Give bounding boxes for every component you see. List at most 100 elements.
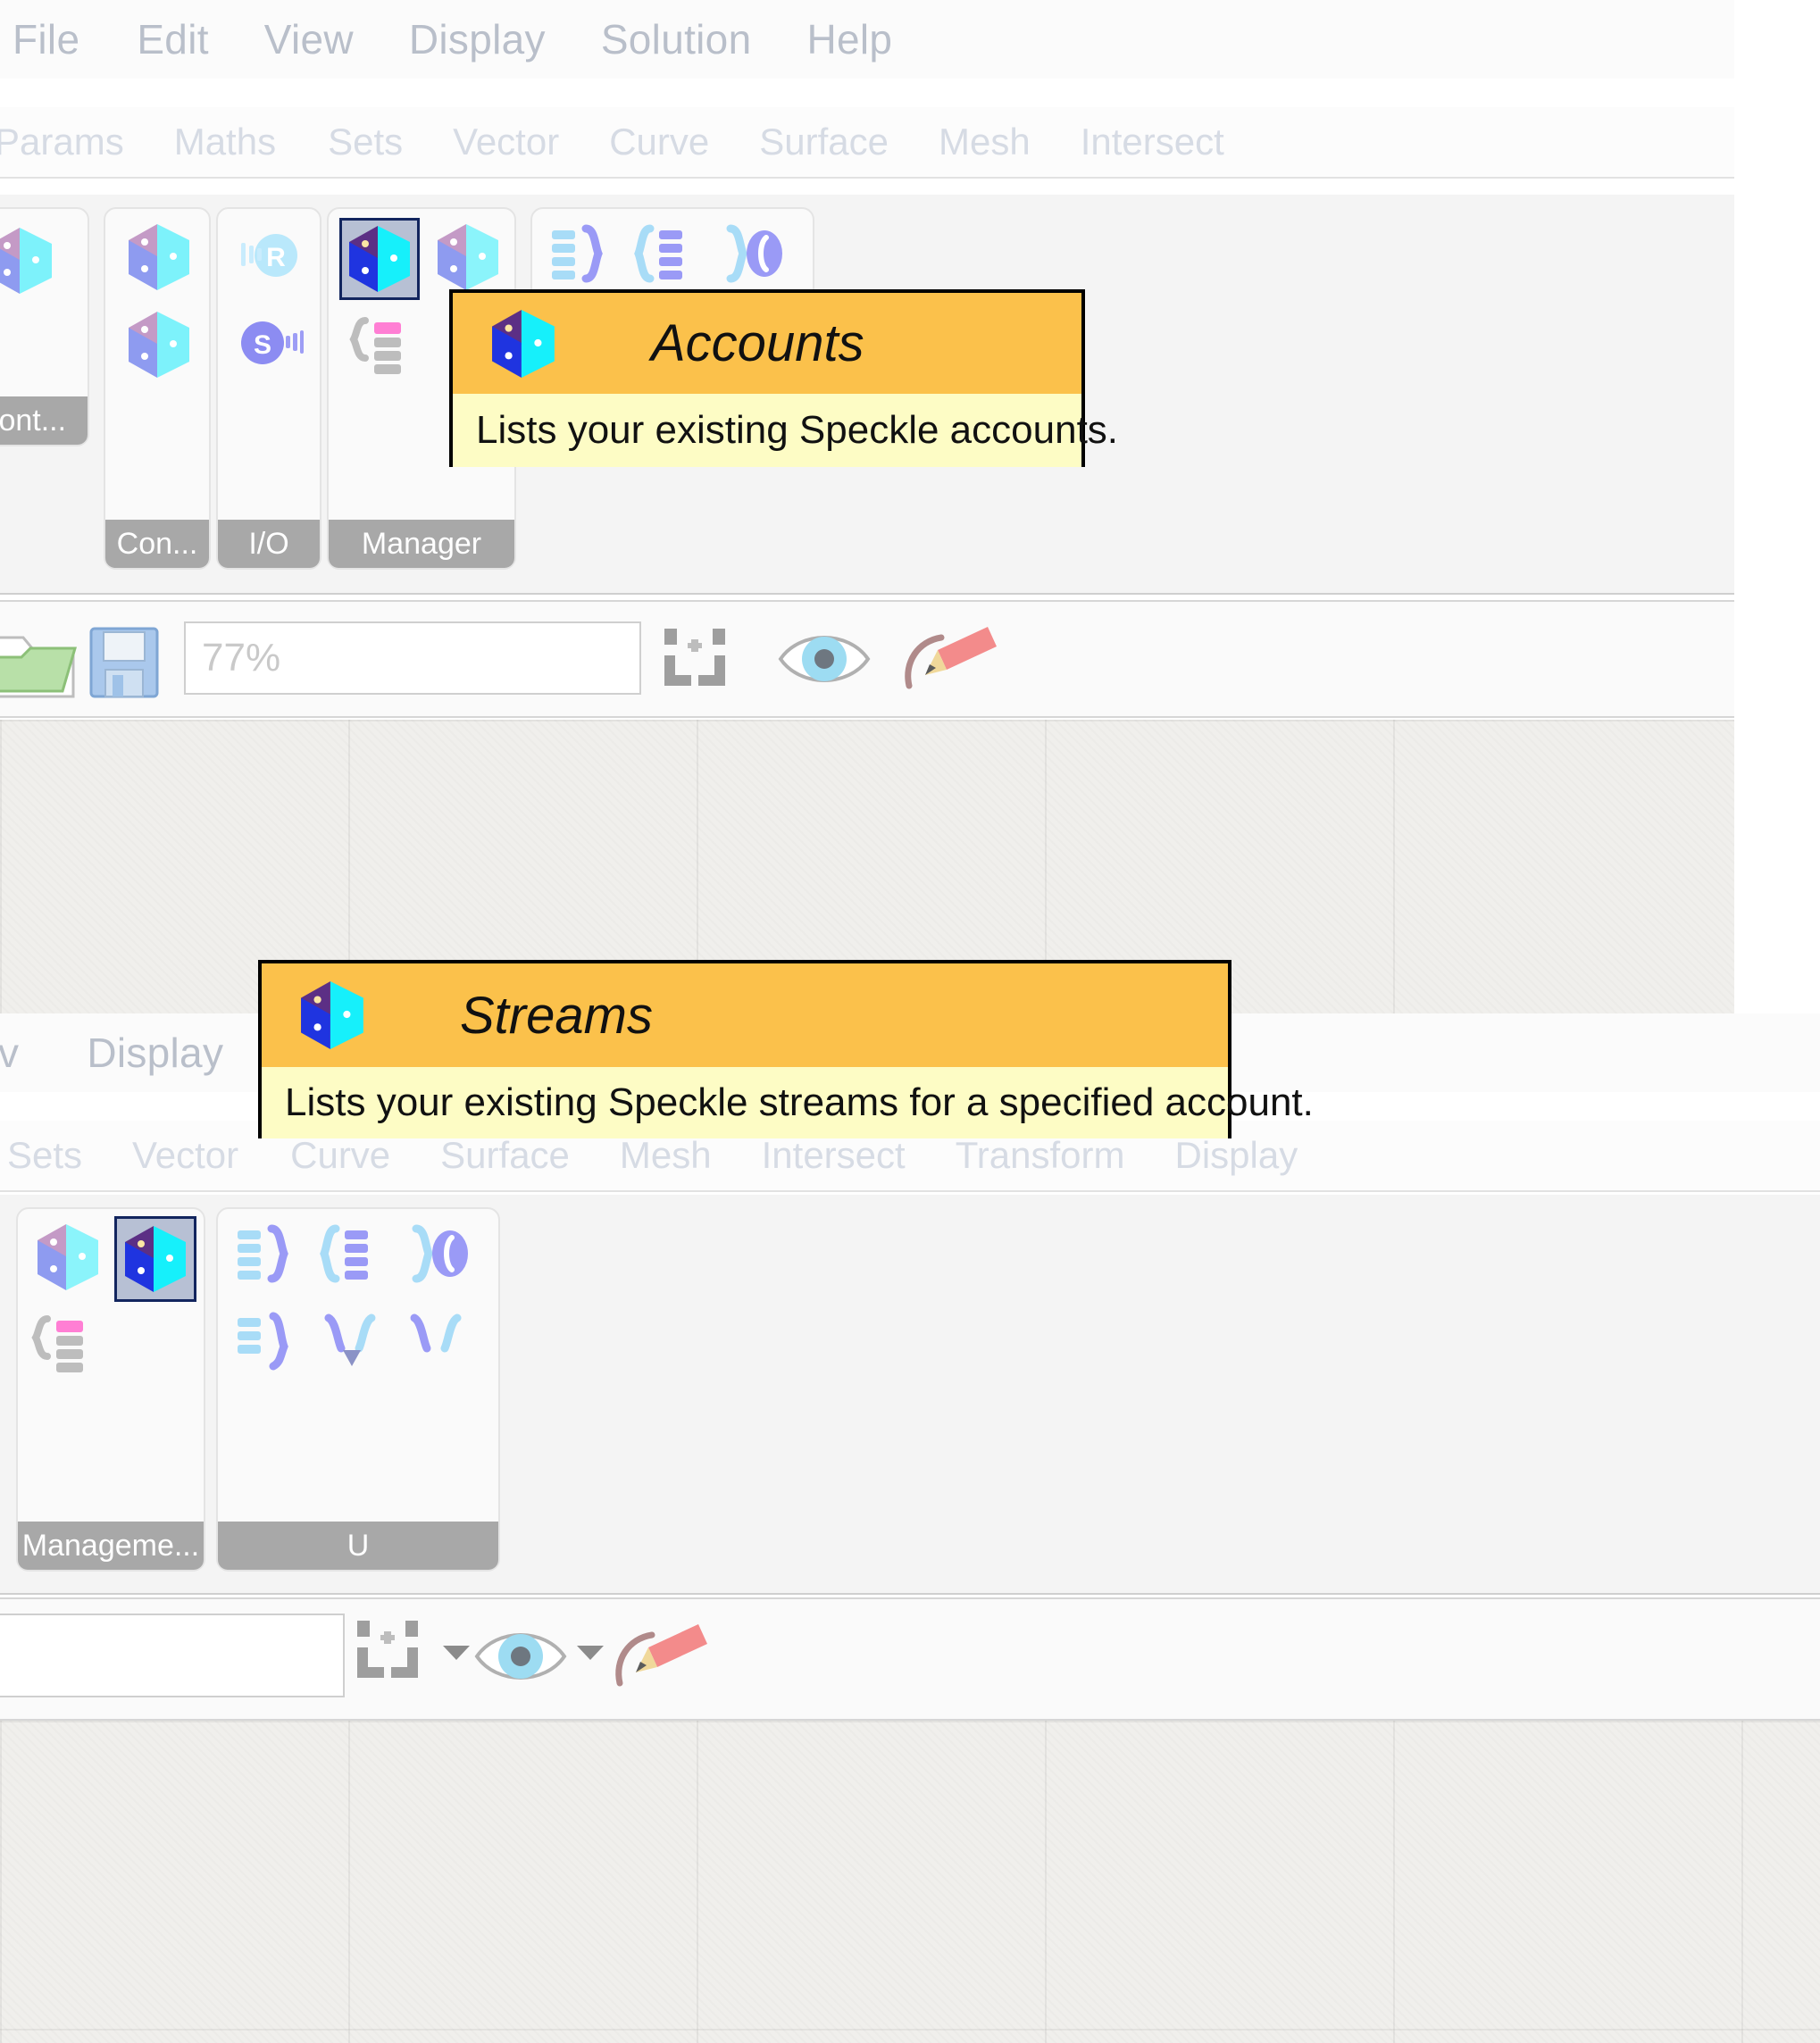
ribbon-button-list-open-brace-bottom[interactable] (227, 1302, 305, 1380)
category-tab-mesh-bottom[interactable]: Mesh (620, 1137, 712, 1174)
ribbon-button-brace-list-brace[interactable] (627, 214, 705, 293)
pencil-icon[interactable] (902, 623, 1000, 701)
category-tab-bar-top: Params Maths Sets Vector Curve Surface M… (0, 107, 1734, 179)
list-open-brace-icon (238, 1312, 288, 1371)
ribbon-button-streams-bottom[interactable] (114, 1216, 196, 1302)
ribbon-group-utils-bottom[interactable]: U (216, 1207, 500, 1572)
category-tab-surface-bottom[interactable]: Surface (440, 1137, 570, 1174)
speckle-streams-icon (436, 222, 500, 292)
ribbon-button-list-close-brace-bottom[interactable] (227, 1214, 305, 1293)
menu-item-display-bottom[interactable]: Display (87, 1032, 223, 1073)
brace-merge-icon (324, 1313, 376, 1366)
speckle-logo-icon (490, 308, 556, 379)
ribbon-group-label-conversion-top: Con... (105, 520, 209, 568)
speckle-accounts-icon (36, 1222, 100, 1292)
caret-down-icon-zoom[interactable] (441, 1642, 472, 1668)
ribbon-button-brace-list-brace-bottom[interactable] (313, 1214, 391, 1293)
ribbon-button-key-value-list-top[interactable] (339, 309, 418, 388)
category-tab-display-bottom[interactable]: Display (1175, 1137, 1298, 1174)
brace-paren-icon (726, 224, 782, 283)
ribbon-button-accounts-top[interactable] (339, 218, 420, 300)
category-tab-intersect-bottom[interactable]: Intersect (762, 1137, 906, 1174)
speckle-accounts-icon (347, 224, 412, 294)
ribbon-button-list-close-brace[interactable] (541, 214, 620, 293)
ribbon-button-speckle-3[interactable] (120, 305, 198, 384)
menu-item-help[interactable]: Help (806, 19, 892, 60)
ribbon-group-label-manager-top: Manager (329, 520, 514, 568)
toolbar-strip-top: 77% (0, 600, 1734, 718)
toolbar-strip-bottom (0, 1597, 1820, 1721)
ribbon-button-brace-paren[interactable] (713, 214, 791, 293)
category-tab-params[interactable]: Params (0, 123, 124, 161)
category-tab-curve[interactable]: Curve (609, 123, 709, 161)
ribbon-button-accounts-bottom[interactable] (29, 1218, 107, 1297)
category-tab-vector[interactable]: Vector (453, 123, 559, 161)
tooltip-streams-header: Streams (262, 963, 1228, 1067)
ribbon-group-io-top[interactable]: R S I/O (216, 207, 321, 570)
brace-paren-icon (412, 1224, 468, 1283)
ribbon-group-label-management-bottom: Manageme... (18, 1522, 204, 1570)
menu-item-view-partial[interactable]: v (0, 1032, 19, 1073)
ribbon-bottom: Manageme... U (0, 1195, 1820, 1595)
send-icon: S (241, 321, 304, 364)
speckle-logo-icon (127, 310, 191, 379)
speckle-logo-icon (127, 222, 191, 292)
ribbon-group-management-bottom[interactable]: Manageme... (16, 1207, 205, 1572)
category-tab-transform-bottom[interactable]: Transform (956, 1137, 1125, 1174)
ribbon-button-brace-split-bottom[interactable] (398, 1302, 477, 1380)
key-value-list-icon (31, 1315, 83, 1372)
tooltip-streams-body: Lists your existing Speckle streams for … (262, 1067, 1314, 1138)
ribbon-button-speckle-2[interactable] (120, 218, 198, 296)
category-tab-sets[interactable]: Sets (328, 123, 403, 161)
tooltip-accounts-description: Lists your existing Speckle accounts. (476, 408, 1119, 452)
ribbon-group-label-utils-bottom: U (218, 1522, 498, 1570)
menu-item-edit[interactable]: Edit (137, 19, 208, 60)
category-tab-intersect[interactable]: Intersect (1081, 123, 1224, 161)
tooltip-accounts: Accounts Lists your existing Speckle acc… (449, 289, 1118, 467)
caret-down-icon-preview[interactable] (575, 1642, 605, 1668)
tooltip-accounts-header: Accounts (453, 293, 1081, 394)
ribbon-button-streams-top[interactable] (429, 218, 507, 296)
open-folder-icon[interactable] (0, 621, 79, 708)
zoom-extents-icon-bottom[interactable] (354, 1619, 423, 1688)
tooltip-streams: Streams Lists your existing Speckle stre… (258, 960, 1314, 1138)
svg-text:S: S (254, 330, 271, 360)
menu-item-display[interactable]: Display (409, 19, 546, 60)
category-tab-sets-bottom[interactable]: Sets (7, 1137, 82, 1174)
ribbon-group-label-io-top: I/O (218, 520, 320, 568)
key-value-list-icon (349, 317, 401, 374)
list-close-brace-icon (552, 224, 603, 283)
menu-item-view[interactable]: View (264, 19, 354, 60)
category-tab-mesh[interactable]: Mesh (939, 123, 1031, 161)
ribbon-group-containers-top[interactable]: Cont... (0, 207, 89, 446)
ribbon-button-receive[interactable]: R (230, 218, 309, 296)
category-tab-curve-bottom[interactable]: Curve (290, 1137, 390, 1174)
menu-item-file[interactable]: File (13, 19, 79, 60)
zoom-extents-icon[interactable] (661, 627, 731, 696)
category-tab-surface[interactable]: Surface (759, 123, 889, 161)
svg-text:R: R (266, 243, 286, 272)
brace-list-brace-icon (320, 1224, 368, 1283)
zoom-input-top[interactable]: 77% (184, 621, 641, 695)
eye-preview-icon[interactable] (775, 621, 873, 701)
save-floppy-icon[interactable] (86, 623, 163, 706)
brace-split-icon (410, 1313, 462, 1353)
menu-item-solution[interactable]: Solution (601, 19, 752, 60)
pencil-icon-bottom[interactable] (613, 1621, 711, 1698)
ribbon-button-key-value-list-bottom[interactable] (21, 1307, 100, 1386)
category-tab-vector-bottom[interactable]: Vector (132, 1137, 238, 1174)
tooltip-accounts-title: Accounts (651, 314, 864, 372)
component-search-dropdown-bottom[interactable] (0, 1614, 345, 1697)
ribbon-button-send[interactable]: S (230, 305, 309, 384)
ribbon-group-conversion-top[interactable]: Con... (104, 207, 211, 570)
ribbon-button-brace-paren-bottom[interactable] (398, 1214, 477, 1293)
speckle-streams-icon (123, 1224, 188, 1294)
receive-icon: R (241, 234, 297, 277)
tooltip-streams-description: Lists your existing Speckle streams for … (285, 1080, 1314, 1124)
ribbon-button-brace-merge-bottom[interactable] (313, 1302, 391, 1380)
grasshopper-window-bottom: v Display Solution Help Sets Vector Curv… (0, 1013, 1820, 2043)
eye-preview-icon-bottom[interactable] (472, 1619, 570, 1698)
category-tab-maths[interactable]: Maths (174, 123, 276, 161)
grasshopper-canvas-bottom[interactable] (0, 1721, 1820, 2043)
ribbon-button-speckle-1[interactable] (0, 221, 61, 300)
